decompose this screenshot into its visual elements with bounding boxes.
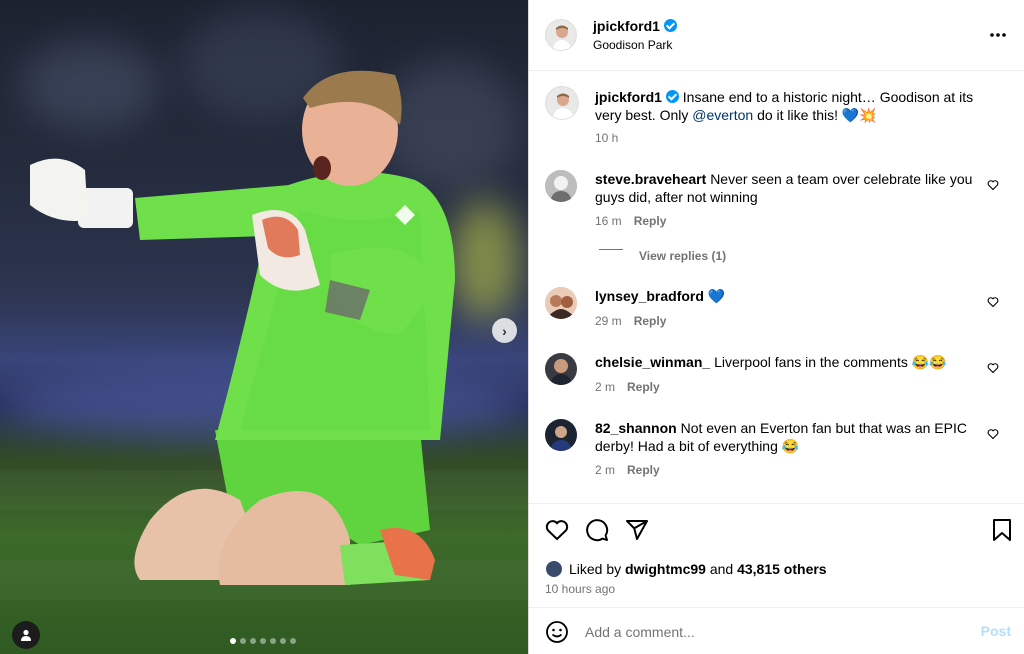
reply-button[interactable]: Reply xyxy=(627,380,660,394)
goalkeeper-figure xyxy=(30,70,455,585)
caption-body-end: do it like this! 💙💥 xyxy=(753,107,877,123)
comment-meta: 2 m Reply xyxy=(595,463,672,477)
carousel-dot xyxy=(230,638,236,644)
comment-text: steve.braveheart Never seen a team over … xyxy=(595,170,995,206)
liker-username[interactable]: dwightmc99 xyxy=(625,561,706,577)
avatar[interactable] xyxy=(545,19,577,51)
post-caption: jpickford1 Insane end to a historic nigh… xyxy=(545,86,1009,146)
location-link[interactable]: Goodison Park xyxy=(593,38,672,52)
comment-body: Liverpool fans in the comments 😂😂 xyxy=(714,354,947,370)
post-header: jpickford1 Goodison Park xyxy=(529,0,1024,71)
comment-age: 2 m xyxy=(595,380,616,394)
reply-button[interactable]: Reply xyxy=(634,314,667,328)
user-icon xyxy=(21,629,31,641)
comment-item: lynsey_bradford 💙 29 m Reply xyxy=(545,287,1009,333)
carousel-dot xyxy=(250,638,256,644)
liked-others-link[interactable]: 43,815 others xyxy=(737,561,827,577)
comment-text: 82_shannon Not even an Everton fan but t… xyxy=(595,419,995,455)
reply-button[interactable]: Reply xyxy=(634,214,667,228)
caption-text: jpickford1 Insane end to a historic nigh… xyxy=(595,88,995,124)
avatar[interactable] xyxy=(545,86,579,120)
caption-meta: 10 h xyxy=(595,131,630,145)
liked-and: and xyxy=(709,561,734,577)
post-actions: Liked by dwightmc99 and 43,815 others 10… xyxy=(529,503,1024,607)
comment-like-icon[interactable] xyxy=(987,428,999,440)
tagged-users-button[interactable] xyxy=(12,621,40,649)
emoji-smiley-icon[interactable] xyxy=(545,620,569,644)
verified-badge-icon xyxy=(663,19,677,32)
comment-text: lynsey_bradford 💙 xyxy=(595,287,995,305)
post-comment-button[interactable]: Post xyxy=(981,623,1011,639)
post-timestamp: 10 hours ago xyxy=(545,582,616,596)
avatar-image xyxy=(545,419,577,451)
comment-like-icon[interactable] xyxy=(987,296,999,308)
post-photo[interactable]: › xyxy=(0,0,528,654)
comment-age: 29 m xyxy=(595,314,622,328)
view-replies-button[interactable]: View replies (1) xyxy=(639,249,726,263)
carousel-dot xyxy=(240,638,246,644)
post-side-panel: jpickford1 Goodison Park jpickford1 Insa… xyxy=(528,0,1024,654)
comment-item: chelsie_winman_ Liverpool fans in the co… xyxy=(545,353,1009,399)
header-author: jpickford1 xyxy=(593,18,677,34)
more-horizontal-icon xyxy=(990,33,1006,37)
avatar[interactable] xyxy=(545,287,577,319)
avatar[interactable] xyxy=(545,353,577,385)
comment-text: chelsie_winman_ Liverpool fans in the co… xyxy=(595,353,995,371)
comment-meta: 16 m Reply xyxy=(595,214,678,228)
mention-link[interactable]: @everton xyxy=(692,107,753,123)
comment-meta: 29 m Reply xyxy=(595,314,678,328)
comment-age: 16 m xyxy=(595,214,622,228)
liked-by-prefix: Liked by xyxy=(569,561,622,577)
save-bookmark-icon[interactable] xyxy=(991,518,1013,542)
avatar[interactable] xyxy=(545,419,577,451)
comment-item: 82_shannon Not even an Everton fan but t… xyxy=(545,419,1009,483)
carousel-dot xyxy=(280,638,286,644)
comment-username[interactable]: chelsie_winman_ xyxy=(595,354,710,370)
comment-item: steve.braveheart Never seen a team over … xyxy=(545,170,1009,265)
likes-summary: Liked by dwightmc99 and 43,815 others xyxy=(545,560,827,578)
comment-like-icon[interactable] xyxy=(987,179,999,191)
comment-username[interactable]: steve.braveheart xyxy=(595,171,706,187)
more-options-button[interactable] xyxy=(989,26,1007,47)
verified-badge-icon xyxy=(665,90,679,103)
carousel-dot xyxy=(260,638,266,644)
reply-button[interactable]: Reply xyxy=(627,463,660,477)
avatar-image xyxy=(546,20,576,50)
comment-input[interactable] xyxy=(585,622,945,642)
comment-username[interactable]: lynsey_bradford xyxy=(595,288,704,304)
liker-avatar[interactable] xyxy=(545,560,563,578)
comment-body: 💙 xyxy=(707,288,726,304)
comment-age: 2 m xyxy=(595,463,616,477)
author-username[interactable]: jpickford1 xyxy=(593,18,660,34)
replies-divider xyxy=(599,249,623,250)
avatar-image xyxy=(545,353,577,385)
carousel-dot xyxy=(270,638,276,644)
caption-age: 10 h xyxy=(595,131,619,145)
like-heart-icon[interactable] xyxy=(545,518,569,542)
comment-like-icon[interactable] xyxy=(987,362,999,374)
comment-bubble-icon[interactable] xyxy=(585,518,609,542)
share-send-icon[interactable] xyxy=(625,518,649,542)
carousel-next-button[interactable]: › xyxy=(492,318,517,343)
avatar-image xyxy=(545,170,577,202)
avatar-image xyxy=(545,287,577,319)
comment-composer: Post xyxy=(529,607,1024,654)
carousel-dot xyxy=(290,638,296,644)
comment-meta: 2 m Reply xyxy=(595,380,672,394)
caption-author[interactable]: jpickford1 xyxy=(595,89,662,105)
avatar[interactable] xyxy=(545,170,577,202)
comment-username[interactable]: 82_shannon xyxy=(595,420,677,436)
carousel-dots xyxy=(230,638,296,644)
avatar-image xyxy=(546,87,578,119)
